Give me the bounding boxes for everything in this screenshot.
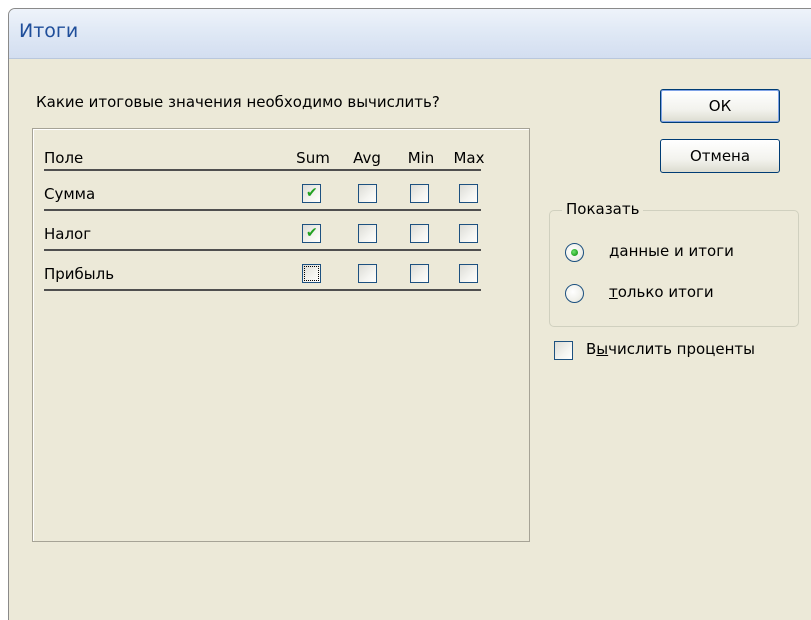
radio-label: данные и итоги [609, 242, 734, 260]
table-row: Сумма ✔ [44, 173, 481, 211]
field-column-header: Поле [44, 149, 84, 167]
totals-dialog: Итоги Какие итоговые значения необходимо… [8, 8, 811, 620]
radio-button-icon [565, 243, 584, 262]
ok-button[interactable]: ОК [660, 89, 780, 123]
mnemonic-letter: ы [596, 340, 609, 358]
sum-column-header: Sum [296, 149, 330, 167]
avg-checkbox[interactable] [358, 264, 377, 283]
title-bar[interactable]: Итоги [9, 9, 811, 59]
sum-checkbox[interactable]: ✔ [302, 184, 321, 203]
row-label: Сумма [44, 185, 96, 203]
max-checkbox[interactable] [459, 184, 478, 203]
radio-button-icon [565, 284, 584, 303]
max-checkbox[interactable] [459, 264, 478, 283]
calculate-percent-label: Вычислить проценты [586, 340, 755, 358]
min-checkbox[interactable] [410, 264, 429, 283]
show-group-legend: Показать [562, 200, 644, 218]
show-groupbox: Показать данные и итоги только итоги [549, 200, 799, 327]
sum-checkbox[interactable] [302, 264, 321, 283]
checkmark-icon: ✔ [306, 225, 318, 241]
row-label: Налог [44, 225, 92, 243]
min-checkbox[interactable] [410, 224, 429, 243]
avg-checkbox[interactable] [358, 224, 377, 243]
avg-checkbox[interactable] [358, 184, 377, 203]
calculate-percent-checkbox[interactable] [554, 341, 573, 360]
radio-selected-dot-icon [571, 249, 578, 256]
row-label: Прибыль [44, 265, 115, 283]
label-part: В [586, 340, 597, 358]
table-row: Налог ✔ [44, 213, 481, 251]
fields-grid: Поле Sum Avg Min Max Сумма ✔ Налог ✔ При… [32, 128, 530, 542]
mnemonic-letter: д [609, 242, 620, 260]
prompt-text: Какие итоговые значения необходимо вычис… [36, 93, 440, 111]
window-title: Итоги [19, 20, 79, 42]
avg-column-header: Avg [353, 149, 381, 167]
radio-label-text: анные и итоги [619, 242, 734, 260]
min-column-header: Min [407, 149, 435, 167]
mnemonic-letter: т [609, 283, 618, 301]
cancel-button[interactable]: Отмена [660, 139, 780, 173]
max-checkbox[interactable] [459, 224, 478, 243]
min-checkbox[interactable] [410, 184, 429, 203]
max-column-header: Max [453, 149, 485, 167]
table-row: Прибыль [44, 253, 481, 291]
label-part: числить проценты [608, 340, 756, 358]
grid-header: Поле Sum Avg Min Max [44, 147, 485, 171]
radio-label-text: олько итоги [617, 283, 714, 301]
radio-label: только итоги [609, 283, 714, 301]
sum-checkbox[interactable]: ✔ [302, 224, 321, 243]
checkmark-icon: ✔ [306, 185, 318, 201]
